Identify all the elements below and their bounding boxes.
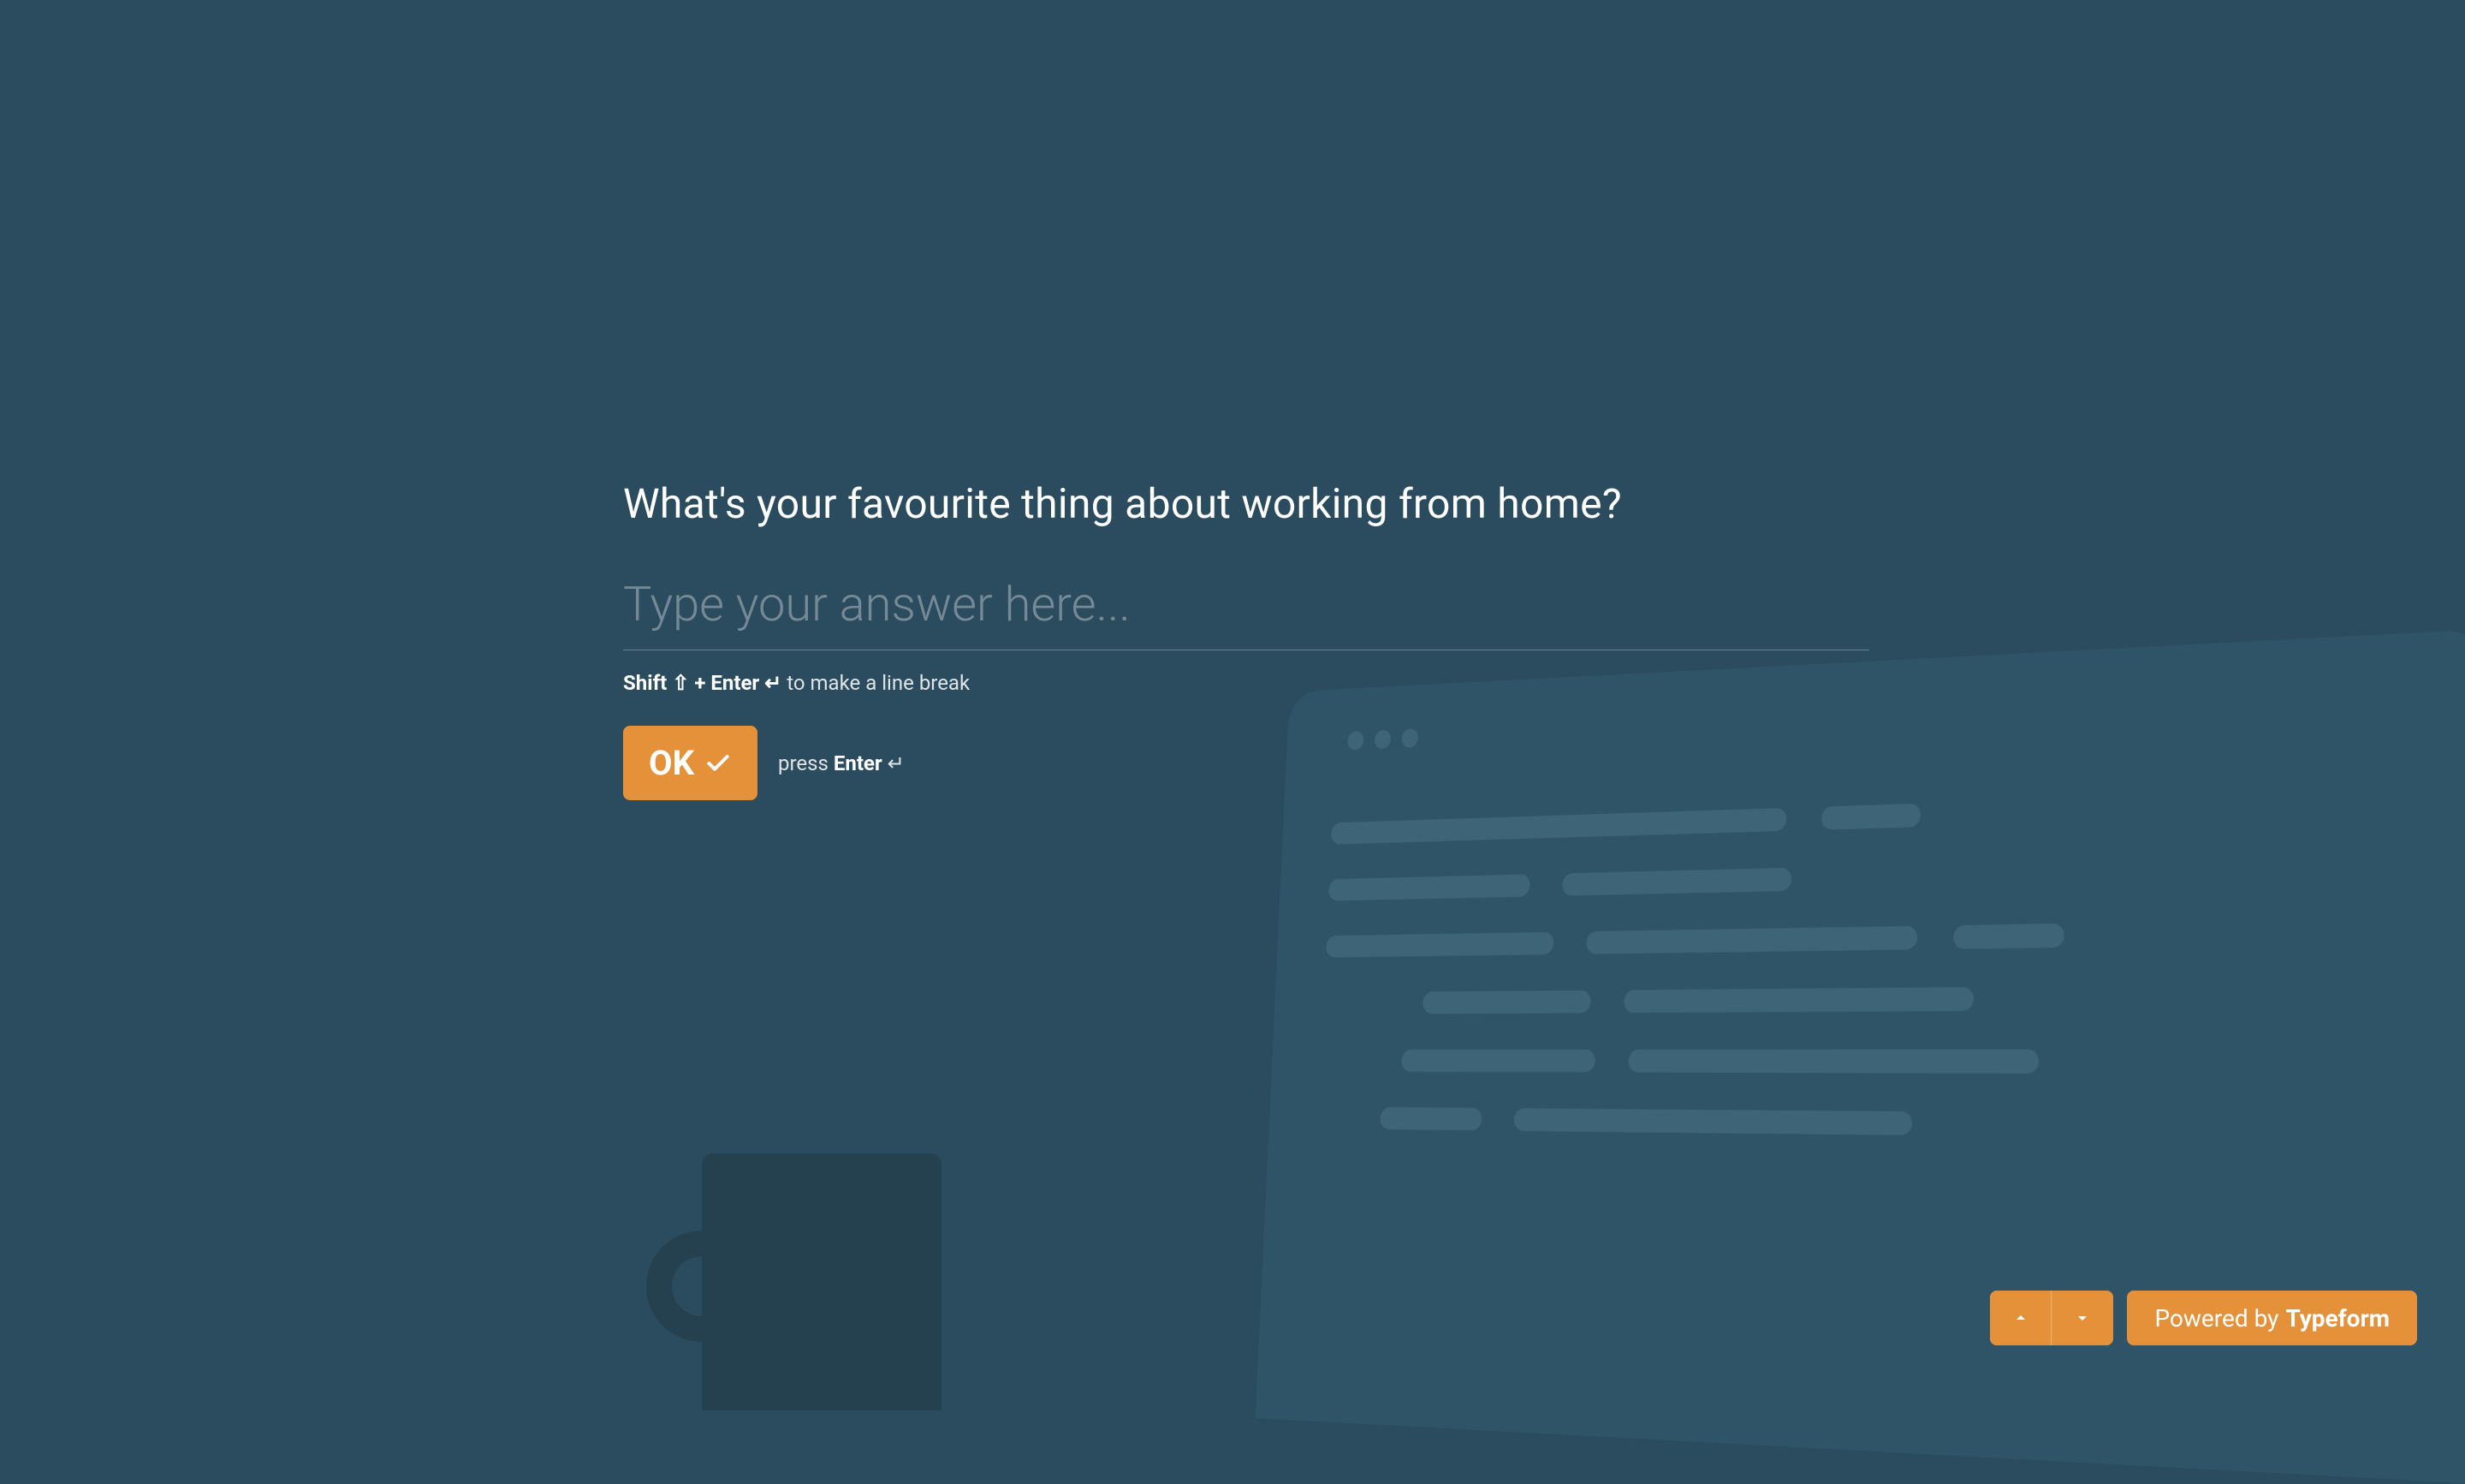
prev-question-button[interactable]: [1990, 1291, 2052, 1345]
next-question-button[interactable]: [2052, 1291, 2113, 1345]
mug-illustration: [702, 1154, 941, 1410]
nav-button-group: [1990, 1291, 2113, 1345]
question-title: What's your favourite thing about workin…: [623, 479, 1883, 528]
check-icon: [704, 750, 732, 777]
press-enter-hint: press Enter ↵: [778, 751, 905, 775]
powered-by-text: Powered by: [2154, 1304, 2278, 1333]
chevron-up-icon: [2011, 1308, 2031, 1328]
line-break-hint: Shift ⇧ + Enter ↵ to make a line break: [623, 671, 1883, 695]
ok-button-label: OK: [649, 743, 694, 783]
chevron-down-icon: [2072, 1308, 2093, 1328]
answer-input[interactable]: [623, 576, 1869, 650]
ok-button[interactable]: OK: [623, 726, 757, 800]
brand-name: Typeform: [2285, 1304, 2390, 1333]
powered-by-link[interactable]: Powered by Typeform: [2127, 1291, 2417, 1345]
